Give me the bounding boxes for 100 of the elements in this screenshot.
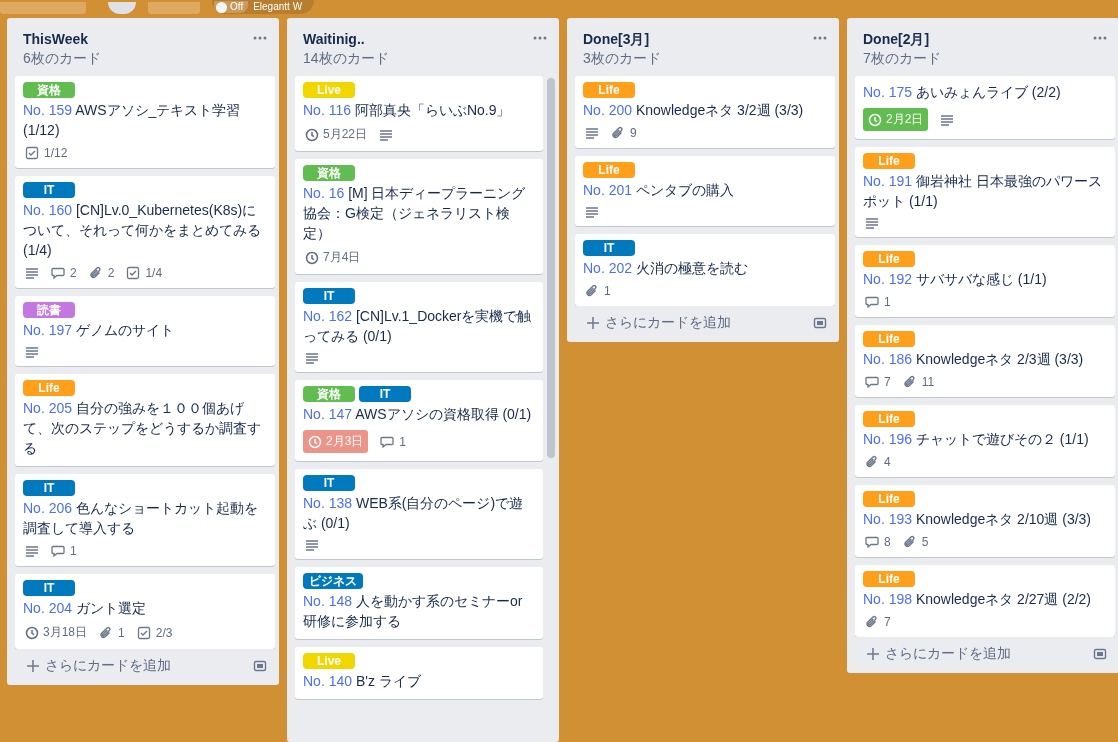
scrollbar[interactable] — [547, 78, 555, 458]
more-icon[interactable] — [813, 36, 827, 40]
attachment-count: 1 — [604, 284, 611, 298]
card-title: No. 200 Knowledgeネタ 3/2週 (3/3) — [583, 101, 805, 120]
description-icon — [940, 113, 955, 126]
card[interactable]: Live No. 116 阿部真央「らいぶNo.9」 5月22日 — [295, 76, 543, 151]
card-label: Live — [303, 653, 355, 669]
comment-icon — [380, 435, 395, 448]
add-card-button[interactable]: さらにカードを追加 — [27, 657, 171, 675]
list-title[interactable]: Done[2月] — [863, 30, 941, 48]
add-card-button[interactable]: さらにカードを追加 — [587, 314, 731, 332]
comment-icon — [51, 267, 65, 279]
comment-icon — [865, 376, 879, 388]
card-label: IT — [583, 240, 635, 256]
card[interactable]: Life No. 205 自分の強みを１００個あげて、次のステップをどうするか調査する — [15, 374, 275, 466]
comment-count: 2 — [70, 266, 77, 280]
card-title: No. 206 色んなショートカット起動を調査して導入する — [23, 499, 259, 538]
card[interactable]: Life No. 191 御岩神社 日本最強のパワースポット (1/1) — [855, 147, 1115, 237]
clock-icon — [305, 250, 319, 265]
checklist-icon — [25, 146, 39, 160]
paperclip-icon — [902, 375, 917, 389]
checklist-count: 1/4 — [145, 266, 163, 280]
card-title: No. 16 [M] 日本ディープラーニング協会：G検定（ジェネラリスト検定） — [303, 184, 527, 243]
card-count: 14枚のカード — [303, 49, 389, 68]
due-date-badge[interactable]: 3月18日 — [25, 624, 88, 641]
more-icon[interactable] — [253, 36, 267, 40]
clock-icon — [305, 127, 319, 142]
card-label: IT — [303, 475, 355, 491]
avatar-icon[interactable] — [108, 2, 136, 14]
attachment-count: 1 — [118, 625, 125, 640]
card[interactable]: IT No. 160 [CN]Lv.0_Kubernetes(K8s)について、それって何かをまとめてみる (1/4) 2 2 1/4 — [15, 176, 275, 288]
card-title: No. 205 自分の強みを１００個あげて、次のステップをどうするか調査する — [23, 399, 262, 458]
card[interactable]: IT No. 206 色んなショートカット起動を調査して導入する 1 — [15, 474, 275, 566]
paperclip-icon — [99, 625, 114, 640]
template-icon[interactable] — [813, 316, 827, 330]
card[interactable]: IT No. 204 ガント選定 3月18日 1 2/3 — [15, 574, 275, 649]
paperclip-icon — [611, 126, 625, 140]
description-icon — [25, 545, 39, 557]
card[interactable]: IT No. 138 WEB系(自分のページ)で遊ぶ (0/1) — [295, 469, 543, 559]
card[interactable]: IT No. 162 [CN]Lv.1_Dockerを実機で触ってみる (0/1) — [295, 282, 543, 372]
card-title: No. 140 B'z ライブ — [303, 672, 422, 691]
plus-icon — [587, 317, 599, 329]
card[interactable]: Live No. 140 B'z ライブ — [295, 647, 543, 699]
card-title: No. 204 ガント選定 — [23, 599, 147, 618]
paperclip-icon — [585, 284, 599, 298]
card[interactable]: 資格 No. 16 [M] 日本ディープラーニング協会：G検定（ジェネラリスト検定） 7月4日 — [295, 159, 543, 274]
comment-icon — [865, 536, 879, 548]
card-title: No. 175 あいみょんライブ (2/2) — [863, 83, 1062, 102]
comment-icon — [51, 545, 65, 557]
paperclip-icon — [88, 266, 103, 280]
clock-icon — [308, 434, 322, 449]
card[interactable]: Life No. 198 Knowledgeネタ 2/27週 (2/2) 7 — [855, 565, 1115, 637]
card-label: IT — [23, 182, 75, 198]
comment-count: 1 — [884, 295, 891, 309]
card[interactable]: ビジネス No. 148 人を動かす系のセミナーor研修に参加する — [295, 567, 543, 639]
more-icon[interactable] — [533, 36, 547, 40]
due-date-badge[interactable]: 5月22日 — [305, 126, 368, 143]
list-title[interactable]: ThisWeek — [23, 30, 101, 48]
card-label: IT — [359, 386, 411, 402]
card[interactable]: Life No. 186 Knowledgeネタ 2/3週 (3/3) 7 11 — [855, 325, 1115, 397]
description-icon — [25, 346, 39, 358]
plus-icon — [867, 648, 879, 660]
card-label: Life — [863, 411, 915, 427]
card[interactable]: No. 175 あいみょんライブ (2/2) 2月2日 — [855, 76, 1115, 139]
card[interactable]: Life No. 193 Knowledgeネタ 2/10週 (3/3) 8 5 — [855, 485, 1115, 557]
description-icon — [25, 267, 39, 279]
card[interactable]: Life No. 196 チャットで遊びその２ (1/1) 4 — [855, 405, 1115, 477]
card-count: 6枚のカード — [23, 49, 101, 68]
more-icon[interactable] — [1093, 36, 1107, 40]
attachment-count: 4 — [884, 455, 891, 469]
card-label: Life — [23, 380, 75, 396]
attachment-count: 9 — [630, 126, 637, 140]
template-icon[interactable] — [253, 659, 267, 673]
card[interactable]: IT No. 202 火消の極意を読む 1 — [575, 234, 835, 306]
description-icon — [305, 539, 319, 551]
card-label: Life — [863, 153, 915, 169]
card[interactable]: Life No. 192 サバサバな感じ (1/1) 1 — [855, 245, 1115, 317]
template-icon[interactable] — [1093, 647, 1107, 661]
list-title[interactable]: Waitinig.. — [303, 30, 389, 48]
plus-icon — [27, 660, 39, 672]
card-title: No. 159 AWSアソシ_テキスト学習 (1/12) — [23, 101, 242, 140]
list-title[interactable]: Done[3月] — [583, 30, 661, 48]
description-icon — [585, 127, 599, 139]
card-label: Life — [863, 331, 915, 347]
card-count: 7枚のカード — [863, 49, 941, 68]
card-label: 資格 — [303, 165, 355, 181]
card[interactable]: 資格 IT No. 147 AWSアソシの資格取得 (0/1) 2月3日 1 — [295, 380, 543, 461]
card-label: 読書 — [23, 302, 75, 318]
card[interactable]: 読書 No. 197 ゲノムのサイト — [15, 296, 275, 366]
add-card-button[interactable]: さらにカードを追加 — [867, 645, 1011, 663]
card-title: No. 138 WEB系(自分のページ)で遊ぶ (0/1) — [303, 494, 525, 533]
card-title: No. 192 サバサバな感じ (1/1) — [863, 270, 1048, 289]
card[interactable]: 資格 No. 159 AWSアソシ_テキスト学習 (1/12) 1/12 — [15, 76, 275, 168]
card-title: No. 201 ペンタブの購入 — [583, 181, 735, 200]
card-label: Life — [583, 82, 635, 98]
card[interactable]: Life No. 200 Knowledgeネタ 3/2週 (3/3) 9 — [575, 76, 835, 148]
card-title: No. 186 Knowledgeネタ 2/3週 (3/3) — [863, 350, 1085, 369]
due-date-badge[interactable]: 7月4日 — [305, 249, 361, 266]
card-title: No. 202 火消の極意を読む — [583, 259, 749, 278]
card[interactable]: Life No. 201 ペンタブの購入 — [575, 156, 835, 226]
